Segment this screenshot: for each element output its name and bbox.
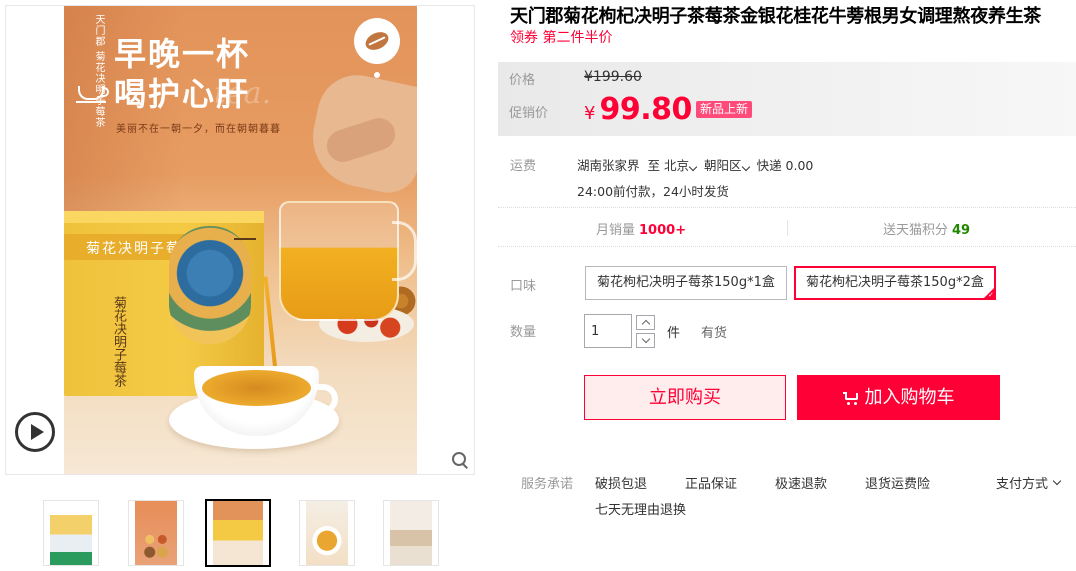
teacup-logo-icon — [76, 86, 109, 103]
thumbnail-2[interactable] — [128, 500, 184, 566]
thumbnail-strip — [5, 497, 475, 567]
ship-district-select[interactable]: 朝阳区 — [704, 155, 753, 174]
add-to-cart-label: 加入购物车 — [864, 387, 955, 408]
main-product-image[interactable]: 天门郡 菊花决明子莓茶 早晚一杯 喝护心肝 tea. 美丽不在一朝一夕，而在朝朝… — [5, 5, 475, 475]
tmall-points-label: 送天猫积分 — [883, 223, 949, 238]
sales-stats: 月销量 1000+ 送天猫积分 49 — [498, 207, 1076, 247]
service-item[interactable]: 破损包退 — [595, 473, 647, 492]
brand-logo-icon — [354, 18, 400, 64]
ship-from: 湖南张家界 — [577, 158, 640, 173]
currency-symbol: ¥ — [584, 103, 596, 124]
shipping-label: 运费 — [510, 159, 537, 174]
poster-slogan: 美丽不在一朝一夕，而在朝朝暮暮 — [116, 124, 281, 135]
stock-status: 有货 — [701, 326, 728, 341]
original-price: ¥199.60 — [584, 69, 642, 85]
glass-pitcher-illustration — [279, 201, 399, 321]
flavor-label: 口味 — [510, 279, 537, 294]
tmall-points-value: 49 — [952, 223, 971, 238]
monthly-sales-label: 月销量 — [596, 223, 636, 238]
pitcher-handle — [392, 221, 417, 281]
chevron-down-icon — [1052, 476, 1062, 485]
poster-headline-line1: 早晚一杯 — [114, 35, 251, 73]
monthly-sales-value: 1000+ — [639, 223, 687, 238]
service-item[interactable]: 极速退款 — [775, 473, 827, 492]
service-item[interactable]: 退货运费险 — [865, 473, 930, 492]
ship-express-fee: 快递 0.00 — [756, 158, 814, 173]
sku-option-2-selected[interactable]: 菊花枸杞决明子莓茶150g*2盒 — [794, 266, 996, 300]
quantity-increase-button[interactable] — [636, 315, 655, 330]
tea-box-logo-icon — [234, 224, 256, 240]
service-item[interactable]: 正品保证 — [685, 473, 737, 492]
quantity-input[interactable] — [584, 314, 632, 348]
poster-watermark: tea. — [214, 76, 272, 111]
chevron-down-icon — [688, 162, 698, 172]
promo-price: ¥ 99.80 — [584, 92, 692, 127]
thumbnail-1[interactable] — [43, 500, 99, 566]
tea-box-artwork — [169, 226, 251, 344]
buy-now-button[interactable]: 立即购买 — [584, 375, 786, 420]
ship-city-select[interactable]: 北京 — [664, 155, 700, 174]
tmall-points: 送天猫积分 49 — [883, 219, 970, 238]
video-play-button[interactable] — [15, 412, 55, 452]
poster-brand-vertical: 天门郡 菊花决明子莓茶 — [93, 14, 104, 129]
promo-price-label: 促销价 — [509, 106, 549, 121]
cart-icon — [842, 391, 859, 405]
sku-option-1[interactable]: 菊花枸杞决明子莓茶150g*1盒 — [585, 266, 787, 300]
zoom-icon[interactable] — [451, 451, 471, 471]
add-to-cart-button[interactable]: 加入购物车 — [797, 375, 1000, 420]
product-title: 天门郡菊花枸杞决明子茶莓茶金银花桂花牛蒡根男女调理熬夜养生茶 — [510, 6, 1041, 27]
service-item[interactable]: 七天无理由退换 — [595, 499, 686, 518]
payment-methods-dropdown[interactable]: 支付方式 — [996, 473, 1062, 492]
monthly-sales: 月销量 1000+ — [596, 219, 686, 238]
tea-surface-illustration — [202, 370, 311, 406]
quantity-label: 数量 — [510, 325, 537, 340]
service-label: 服务承诺 — [521, 477, 574, 492]
product-poster: 天门郡 菊花决明子莓茶 早晚一杯 喝护心肝 tea. 美丽不在一朝一夕，而在朝朝… — [64, 6, 417, 474]
tea-box-top — [64, 211, 264, 223]
original-price-label: 价格 — [509, 73, 536, 88]
promo-price-value: 99.80 — [599, 92, 692, 127]
chevron-down-icon — [741, 162, 750, 172]
teacup-handle — [314, 384, 338, 414]
quantity-unit: 件 — [667, 326, 681, 341]
ship-to-prefix: 至 — [647, 158, 661, 173]
quantity-decrease-button[interactable] — [636, 333, 655, 348]
payment-methods-label: 支付方式 — [996, 477, 1049, 492]
tea-box-side-title: 菊花决明子莓茶 — [111, 296, 126, 387]
thumbnail-5[interactable] — [383, 500, 439, 566]
product-promo-subtitle[interactable]: 领券 第二件半价 — [510, 27, 612, 47]
shipping-note: 24:00前付款，24小时发货 — [577, 184, 729, 199]
shipping-route: 湖南张家界 至 北京 朝阳区 快递 0.00 — [577, 155, 813, 174]
price-panel: 价格 ¥199.60 促销价 ¥ 99.80 新品上新 — [498, 62, 1076, 136]
new-arrival-badge: 新品上新 — [696, 101, 753, 118]
thumbnail-3-selected[interactable] — [205, 499, 271, 567]
thumbnail-4[interactable] — [299, 500, 355, 566]
stats-divider — [787, 220, 788, 236]
